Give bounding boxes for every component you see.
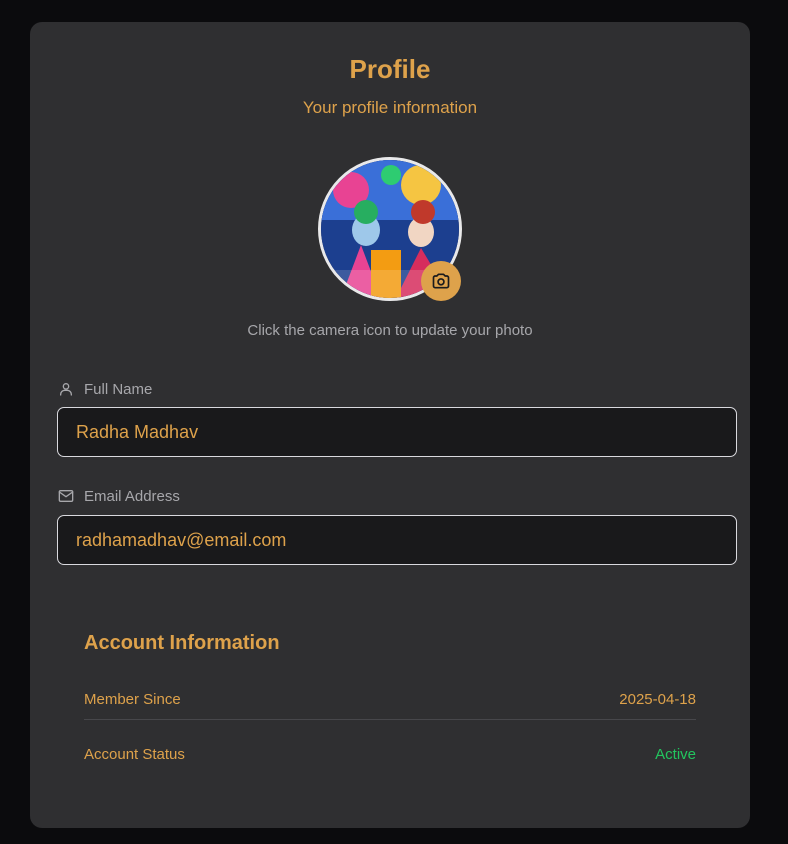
account-status-label: Account Status xyxy=(84,745,185,763)
camera-icon xyxy=(432,273,450,289)
page-title: Profile xyxy=(349,54,431,84)
account-information-title: Account Information xyxy=(84,632,280,654)
email-label: Email Address xyxy=(58,486,180,506)
full-name-label: Full Name xyxy=(58,379,152,399)
photo-hint: Click the camera icon to update your pho… xyxy=(247,322,533,339)
change-photo-button[interactable] xyxy=(421,261,461,301)
email-input[interactable] xyxy=(57,515,737,565)
profile-card: Profile Your profile information Click t… xyxy=(30,22,750,828)
full-name-input[interactable] xyxy=(57,407,737,457)
member-since-row: Member Since 2025-04-18 xyxy=(84,679,696,720)
user-icon xyxy=(58,381,74,397)
account-status-value: Active xyxy=(655,745,696,763)
page-subtitle: Your profile information xyxy=(302,98,478,117)
member-since-label: Member Since xyxy=(84,690,181,708)
account-information-section: Account Information Member Since 2025-04… xyxy=(84,632,696,763)
member-since-value: 2025-04-18 xyxy=(619,690,696,708)
full-name-label-text: Full Name xyxy=(84,380,153,398)
email-label-text: Email Address xyxy=(84,487,180,505)
avatar-container xyxy=(318,157,462,301)
account-status-row: Account Status Active xyxy=(84,734,696,774)
mail-icon xyxy=(58,488,74,504)
